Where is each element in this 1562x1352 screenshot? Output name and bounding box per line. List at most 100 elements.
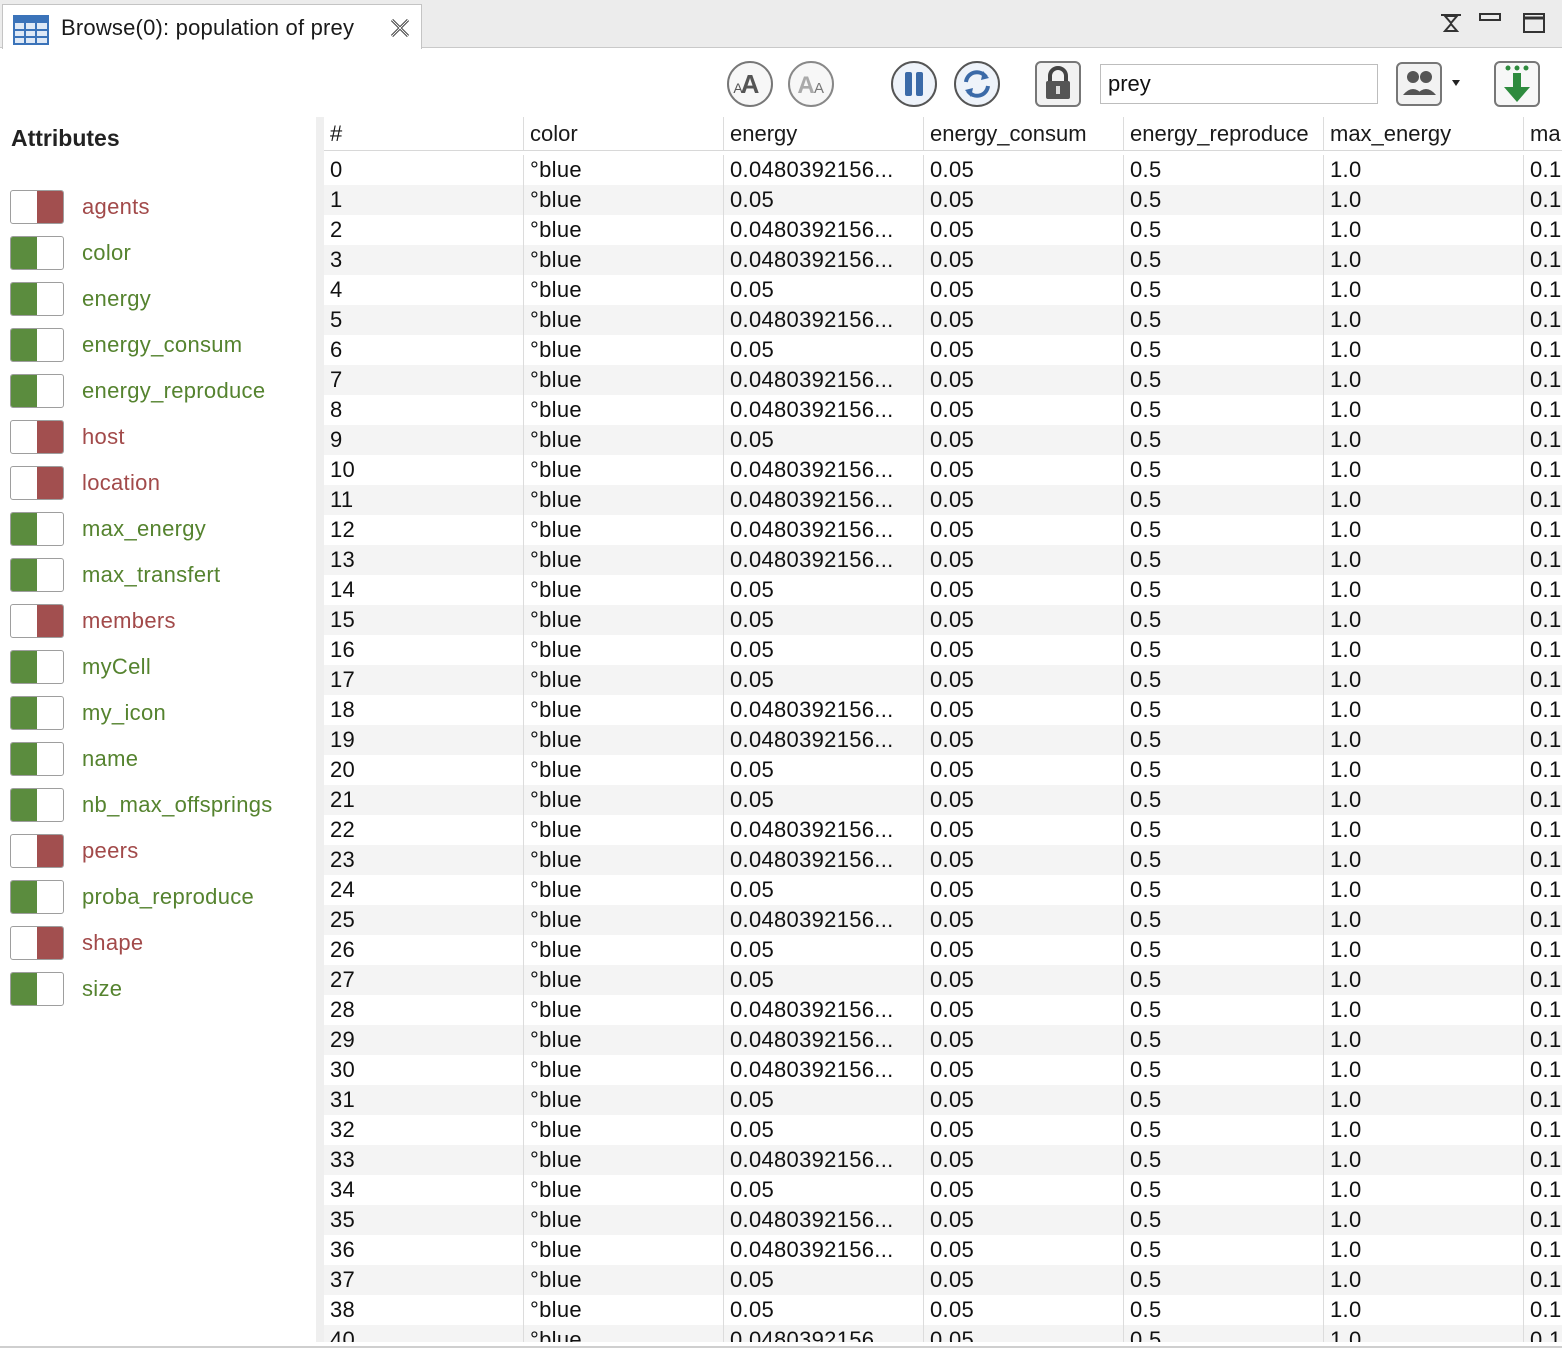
table-row[interactable]: 19 °blue 0.0480392156... 0.05 0.5 1.0 0.1 <box>324 725 1562 755</box>
table-row[interactable]: 7 °blue 0.0480392156... 0.05 0.5 1.0 0.1 <box>324 365 1562 395</box>
attribute-item-my_icon[interactable]: my_icon <box>10 696 310 732</box>
attribute-toggle[interactable] <box>10 236 64 270</box>
attribute-item-host[interactable]: host <box>10 420 310 456</box>
attribute-item-color[interactable]: color <box>10 236 310 272</box>
attribute-item-location[interactable]: location <box>10 466 310 502</box>
export-icon[interactable] <box>1492 59 1542 109</box>
attribute-toggle[interactable] <box>10 650 64 684</box>
table-row[interactable]: 5 °blue 0.0480392156... 0.05 0.5 1.0 0.1 <box>324 305 1562 335</box>
attribute-toggle[interactable] <box>10 512 64 546</box>
table-row[interactable]: 15 °blue 0.05 0.05 0.5 1.0 0.1 <box>324 605 1562 635</box>
attribute-toggle[interactable] <box>10 788 64 822</box>
attribute-item-size[interactable]: size <box>10 972 310 1008</box>
attribute-toggle[interactable] <box>10 420 64 454</box>
column-header-index[interactable]: # <box>324 117 524 150</box>
table-row[interactable]: 34 °blue 0.05 0.05 0.5 1.0 0.1 <box>324 1175 1562 1205</box>
table-row[interactable]: 26 °blue 0.05 0.05 0.5 1.0 0.1 <box>324 935 1562 965</box>
table-row[interactable]: 8 °blue 0.0480392156... 0.05 0.5 1.0 0.1 <box>324 395 1562 425</box>
table-row[interactable]: 27 °blue 0.05 0.05 0.5 1.0 0.1 <box>324 965 1562 995</box>
attribute-toggle[interactable] <box>10 190 64 224</box>
table-row[interactable]: 25 °blue 0.0480392156... 0.05 0.5 1.0 0.1 <box>324 905 1562 935</box>
column-header-max-energy[interactable]: max_energy <box>1324 117 1524 150</box>
attribute-toggle[interactable] <box>10 466 64 500</box>
attribute-toggle[interactable] <box>10 328 64 362</box>
table-row[interactable]: 38 °blue 0.05 0.05 0.5 1.0 0.1 <box>324 1295 1562 1325</box>
table-row[interactable]: 40 °blue 0.0480392156... 0.05 0.5 1.0 0.1 <box>324 1325 1562 1342</box>
table-row[interactable]: 16 °blue 0.05 0.05 0.5 1.0 0.1 <box>324 635 1562 665</box>
maximize-icon[interactable] <box>1520 10 1548 36</box>
table-row[interactable]: 4 °blue 0.05 0.05 0.5 1.0 0.1 <box>324 275 1562 305</box>
column-header-ma[interactable]: ma <box>1524 117 1562 150</box>
attribute-item-max_transfert[interactable]: max_transfert <box>10 558 310 594</box>
restore-view-icon[interactable] <box>1437 10 1465 36</box>
table-row[interactable]: 9 °blue 0.05 0.05 0.5 1.0 0.1 <box>324 425 1562 455</box>
attribute-item-myCell[interactable]: myCell <box>10 650 310 686</box>
attribute-toggle[interactable] <box>10 282 64 316</box>
cell-energy-reproduce: 0.5 <box>1124 905 1324 935</box>
attribute-toggle[interactable] <box>10 880 64 914</box>
table-row[interactable]: 0 °blue 0.0480392156... 0.05 0.5 1.0 0.1 <box>324 155 1562 185</box>
table-row[interactable]: 31 °blue 0.05 0.05 0.5 1.0 0.1 <box>324 1085 1562 1115</box>
table-row[interactable]: 37 °blue 0.05 0.05 0.5 1.0 0.1 <box>324 1265 1562 1295</box>
table-row[interactable]: 28 °blue 0.0480392156... 0.05 0.5 1.0 0.1 <box>324 995 1562 1025</box>
table-row[interactable]: 12 °blue 0.0480392156... 0.05 0.5 1.0 0.1 <box>324 515 1562 545</box>
attribute-item-nb_max_offsprings[interactable]: nb_max_offsprings <box>10 788 310 824</box>
column-header-energy-consum[interactable]: energy_consum <box>924 117 1124 150</box>
attribute-toggle[interactable] <box>10 926 64 960</box>
attribute-item-energy[interactable]: energy <box>10 282 310 318</box>
minimize-icon[interactable] <box>1477 10 1505 36</box>
table-row[interactable]: 21 °blue 0.05 0.05 0.5 1.0 0.1 <box>324 785 1562 815</box>
table-row[interactable]: 32 °blue 0.05 0.05 0.5 1.0 0.1 <box>324 1115 1562 1145</box>
attribute-item-members[interactable]: members <box>10 604 310 640</box>
table-row[interactable]: 13 °blue 0.0480392156... 0.05 0.5 1.0 0.1 <box>324 545 1562 575</box>
column-header-energy[interactable]: energy <box>724 117 924 150</box>
table-row[interactable]: 10 °blue 0.0480392156... 0.05 0.5 1.0 0.1 <box>324 455 1562 485</box>
table-row[interactable]: 23 °blue 0.0480392156... 0.05 0.5 1.0 0.1 <box>324 845 1562 875</box>
table-row[interactable]: 33 °blue 0.0480392156... 0.05 0.5 1.0 0.1 <box>324 1145 1562 1175</box>
tab-browse-population[interactable]: Browse(0): population of prey <box>2 4 422 49</box>
table-row[interactable]: 30 °blue 0.0480392156... 0.05 0.5 1.0 0.1 <box>324 1055 1562 1085</box>
pause-icon[interactable] <box>889 59 939 109</box>
table-row[interactable]: 3 °blue 0.0480392156... 0.05 0.5 1.0 0.1 <box>324 245 1562 275</box>
attribute-toggle[interactable] <box>10 374 64 408</box>
table-row[interactable]: 1 °blue 0.05 0.05 0.5 1.0 0.1 <box>324 185 1562 215</box>
table-row[interactable]: 6 °blue 0.05 0.05 0.5 1.0 0.1 <box>324 335 1562 365</box>
attribute-toggle[interactable] <box>10 604 64 638</box>
cell-energy: 0.0480392156... <box>724 1205 924 1235</box>
table-row[interactable]: 20 °blue 0.05 0.05 0.5 1.0 0.1 <box>324 755 1562 785</box>
column-header-color[interactable]: color <box>524 117 724 150</box>
table-row[interactable]: 35 °blue 0.0480392156... 0.05 0.5 1.0 0.1 <box>324 1205 1562 1235</box>
population-selector-icon[interactable] <box>1394 59 1464 109</box>
attribute-toggle[interactable] <box>10 558 64 592</box>
attribute-item-energy_consum[interactable]: energy_consum <box>10 328 310 364</box>
attribute-item-agents[interactable]: agents <box>10 190 310 226</box>
attribute-toggle[interactable] <box>10 972 64 1006</box>
attribute-item-peers[interactable]: peers <box>10 834 310 870</box>
table-row[interactable]: 18 °blue 0.0480392156... 0.05 0.5 1.0 0.1 <box>324 695 1562 725</box>
table-row[interactable]: 11 °blue 0.0480392156... 0.05 0.5 1.0 0.1 <box>324 485 1562 515</box>
refresh-icon[interactable] <box>952 59 1002 109</box>
attribute-item-proba_reproduce[interactable]: proba_reproduce <box>10 880 310 916</box>
table-row[interactable]: 2 °blue 0.0480392156... 0.05 0.5 1.0 0.1 <box>324 215 1562 245</box>
attribute-item-shape[interactable]: shape <box>10 926 310 962</box>
decrease-font-icon[interactable]: A A <box>786 59 836 109</box>
attribute-toggle[interactable] <box>10 834 64 868</box>
species-search-input[interactable] <box>1100 64 1378 104</box>
increase-font-icon[interactable]: A A <box>725 59 775 109</box>
toggle-knob <box>11 559 37 591</box>
cell-energy-reproduce: 0.5 <box>1124 1325 1324 1342</box>
table-row[interactable]: 29 °blue 0.0480392156... 0.05 0.5 1.0 0.1 <box>324 1025 1562 1055</box>
table-row[interactable]: 17 °blue 0.05 0.05 0.5 1.0 0.1 <box>324 665 1562 695</box>
column-header-energy-reproduce[interactable]: energy_reproduce <box>1124 117 1324 150</box>
attribute-toggle[interactable] <box>10 742 64 776</box>
close-tab-icon[interactable] <box>389 17 411 39</box>
attribute-item-energy_reproduce[interactable]: energy_reproduce <box>10 374 310 410</box>
attribute-item-max_energy[interactable]: max_energy <box>10 512 310 548</box>
table-row[interactable]: 22 °blue 0.0480392156... 0.05 0.5 1.0 0.1 <box>324 815 1562 845</box>
attribute-toggle[interactable] <box>10 696 64 730</box>
table-row[interactable]: 14 °blue 0.05 0.05 0.5 1.0 0.1 <box>324 575 1562 605</box>
lock-icon[interactable] <box>1033 59 1083 109</box>
table-row[interactable]: 24 °blue 0.05 0.05 0.5 1.0 0.1 <box>324 875 1562 905</box>
attribute-item-name[interactable]: name <box>10 742 310 778</box>
table-row[interactable]: 36 °blue 0.0480392156... 0.05 0.5 1.0 0.1 <box>324 1235 1562 1265</box>
